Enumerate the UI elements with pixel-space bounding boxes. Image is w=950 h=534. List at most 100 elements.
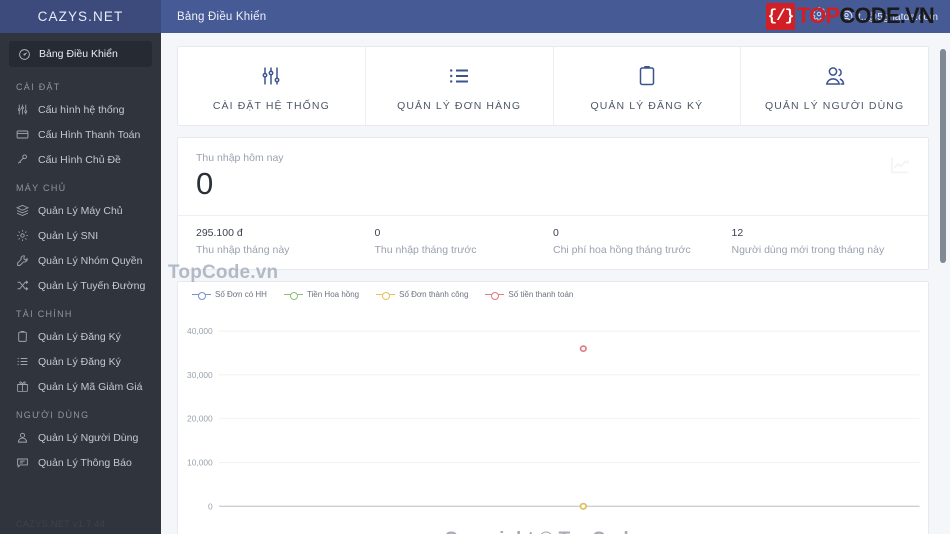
line-chart-icon [889, 154, 911, 181]
income-today-value: 0 [196, 166, 214, 201]
sidebar-group-title: TÀI CHÍNH [16, 309, 73, 319]
scrollbar-thumb[interactable] [940, 49, 946, 263]
quicknav-label: CÀI ĐẶT HỆ THỐNG [212, 100, 330, 112]
income-today-section: Thu nhập hôm nay 0 [178, 138, 928, 215]
y-axis-tick-label: 10,000 [187, 459, 213, 468]
sidebar-item-user-manage[interactable]: Quản Lý Người Dùng [0, 425, 161, 450]
income-stats-row: 295.100 đ Thu nhập tháng này 0 Thu nhập … [178, 215, 928, 269]
stat-value: 12 [731, 227, 744, 239]
gear-icon[interactable] [811, 7, 826, 26]
y-axis-tick-label: 40,000 [187, 327, 213, 336]
stat-label: Chi phí hoa hồng tháng trước [553, 244, 691, 256]
stat-label: Thu nhập tháng trước [374, 244, 477, 256]
sidebar-item-label: Bảng Điều Khiển [39, 48, 118, 60]
sidebar-item-label: Quản Lý Máy Chủ [38, 204, 123, 217]
wrench-icon [16, 254, 29, 267]
quicknav-system-settings[interactable]: CÀI ĐẶT HỆ THỐNG [178, 47, 366, 125]
legend-item[interactable]: Số Đơn thành công [376, 290, 469, 300]
sidebar-item-sni-manage[interactable]: Quản Lý SNI [0, 223, 161, 248]
sidebar-group-title: NGƯỜI DÙNG [16, 410, 90, 420]
sidebar-item-label: Quản Lý Đăng Ký [38, 330, 121, 343]
sidebar-item-permission-group[interactable]: Quản Lý Nhóm Quyền [0, 248, 161, 273]
dashboard-gauge-icon [18, 48, 31, 61]
legend-marker-icon [192, 290, 211, 300]
legend-label: Tiền Hoa hồng [306, 290, 360, 299]
clipboard-icon [558, 63, 737, 89]
legend-item[interactable]: Số tiền thanh toán [485, 290, 573, 300]
sidebar-item-label: Quản Lý Tuyến Đường [38, 279, 146, 292]
legend-label: Số Đơn thành công [399, 290, 469, 299]
legend-marker-icon [485, 290, 505, 300]
sidebar-item-label: Quản Lý SNI [38, 229, 99, 242]
gear-icon [16, 229, 29, 242]
quicknav-user-manage[interactable]: QUẢN LÝ NGƯỜI DÙNG [741, 47, 928, 125]
top-nav-actions: t..@5ghatde.com [811, 7, 938, 26]
sidebar-item-label: Cấu Hình Thanh Toán [38, 128, 141, 141]
legend-item[interactable]: Số Đơn có HH [192, 290, 267, 300]
sidebar-item-route-manage[interactable]: Quản Lý Tuyến Đường [0, 273, 161, 298]
quicknav-label: QUẢN LÝ NGƯỜI DÙNG [764, 100, 905, 112]
shuffle-route-icon [16, 279, 29, 292]
income-today-caption: Thu nhập hôm nay [196, 152, 284, 164]
stat-value: 0 [374, 227, 381, 239]
sidebar-item-payment-config[interactable]: Cấu Hình Thanh Toán [0, 122, 161, 147]
sidebar-item-theme-config[interactable]: Cấu Hình Chủ Đề [0, 147, 161, 172]
sidebar: Bảng Điều Khiển CÀI ĐẶT Cấu hình hệ thốn… [0, 33, 161, 534]
sidebar-item-notification-manage[interactable]: Quản Lý Thông Báo [0, 450, 161, 475]
sidebar-item-discount-code[interactable]: Quản Lý Mã Giảm Giá [0, 374, 161, 399]
sidebar-item-dashboard[interactable]: Bảng Điều Khiển [9, 41, 152, 67]
quick-nav-cards: CÀI ĐẶT HỆ THỐNG QUẢN LÝ ĐƠN HÀNG QUẢN L… [177, 46, 929, 126]
y-axis-tick-label: 0 [208, 502, 213, 511]
quicknav-order-manage[interactable]: QUẢN LÝ ĐƠN HÀNG [366, 47, 554, 125]
sidebar-item-subscription-manage[interactable]: Quản Lý Đăng Ký [0, 324, 161, 349]
stat-label: Thu nhập tháng này [196, 244, 290, 256]
y-axis-tick-label: 30,000 [187, 371, 213, 380]
clipboard-icon [16, 330, 29, 343]
legend-marker-icon [376, 290, 396, 300]
sidebar-item-label: Quản Lý Người Dùng [38, 431, 139, 444]
sliders-icon [16, 103, 29, 116]
income-card: Thu nhập hôm nay 0 295.100 đ Thu nhập th… [177, 137, 929, 270]
user-circle-icon [840, 10, 853, 23]
gift-icon [16, 380, 29, 393]
user-icon [16, 431, 29, 444]
sidebar-item-label: Cấu hình hệ thống [38, 103, 125, 116]
stat-new-users: 12 Người dùng mới trong tháng này [732, 227, 911, 256]
top-bar: CAZYS.NET Bảng Điều Khiển t..@5ghatde.co… [0, 0, 950, 33]
sidebar-group-title: CÀI ĐẶT [16, 82, 61, 92]
server-stack-icon [16, 204, 29, 217]
brand-logo[interactable]: CAZYS.NET [0, 0, 161, 33]
sidebar-item-label: Cấu Hình Chủ Đề [38, 153, 121, 166]
sidebar-item-label: Quản Lý Nhóm Quyền [38, 254, 143, 267]
users-icon [745, 63, 924, 89]
quicknav-subscription-manage[interactable]: QUẢN LÝ ĐĂNG KÝ [554, 47, 742, 125]
stat-value: 0 [553, 227, 559, 239]
sidebar-item-label: Quản Lý Đăng Ký [38, 355, 121, 368]
quicknav-label: QUẢN LÝ ĐĂNG KÝ [590, 100, 704, 112]
chart-data-point[interactable] [579, 502, 587, 510]
sidebar-item-label: Quản Lý Mã Giảm Giá [38, 380, 143, 393]
quicknav-label: QUẢN LÝ ĐƠN HÀNG [397, 100, 522, 112]
y-axis-tick-label: 20,000 [187, 415, 213, 424]
legend-marker-icon [283, 290, 303, 300]
vertical-scrollbar[interactable] [939, 33, 948, 534]
sliders-icon [182, 63, 361, 89]
chart-data-point[interactable] [579, 345, 587, 352]
legend-item[interactable]: Tiền Hoa hồng [283, 290, 360, 300]
stat-commission-last-month: 0 Chi phí hoa hồng tháng trước [553, 227, 732, 256]
sidebar-item-subscription-list[interactable]: Quản Lý Đăng Ký [0, 349, 161, 374]
list-icon [16, 355, 29, 368]
top-nav: Bảng Điều Khiển t..@5ghatde.com [161, 0, 950, 33]
page-title: Bảng Điều Khiển [177, 10, 267, 23]
sidebar-item-server-manage[interactable]: Quản Lý Máy Chủ [0, 198, 161, 223]
list-icon [370, 63, 549, 89]
sidebar-item-system-config[interactable]: Cấu hình hệ thống [0, 97, 161, 122]
dashboard-page: CAZYS.NET Bảng Điều Khiển t..@5ghatde.co… [0, 0, 950, 534]
user-menu[interactable]: t..@5ghatde.com [840, 10, 938, 23]
stat-value: 295.100 đ [196, 227, 243, 239]
sidebar-version-label: CAZYS.NET v1.7.44 [16, 519, 106, 529]
chart-legend: Số Đơn có HH Tiền Hoa hồng Số Đơn thành cô… [178, 282, 928, 300]
stat-last-month: 0 Thu nhập tháng trước [375, 227, 554, 256]
sidebar-group-title: MÁY CHỦ [16, 183, 67, 193]
user-email-label: t..@5ghatde.com [857, 10, 938, 23]
